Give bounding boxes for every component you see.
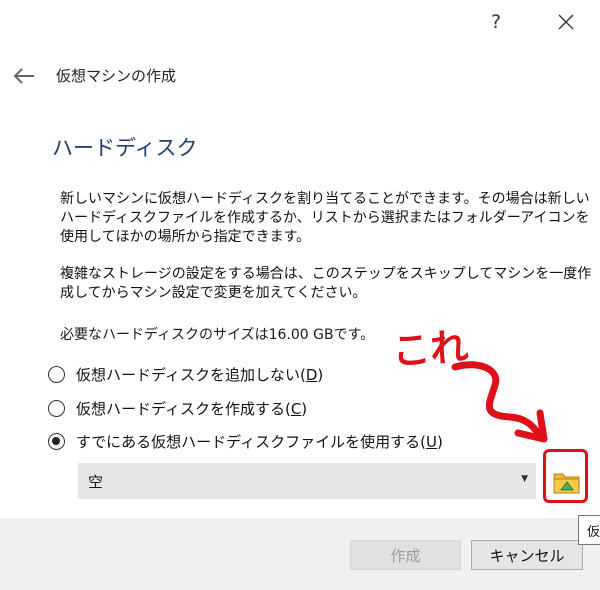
annotation-arrow-icon (451, 361, 548, 443)
back-arrow-icon (13, 68, 34, 84)
chevron-down-icon: ▼ (521, 474, 528, 484)
label-text: すでにある仮想ハードディスクファイルを使用する( (76, 432, 426, 451)
label-text: 仮想ハードディスクを追加しない( (76, 365, 306, 384)
folder-icon (553, 473, 580, 494)
size-suffix: です。 (333, 327, 375, 343)
mnemonic-key: C (290, 399, 302, 418)
help-button[interactable]: ? (482, 8, 510, 36)
label-close: ) (301, 399, 308, 418)
radio-button-create-disk[interactable] (48, 399, 65, 417)
cancel-button[interactable]: キャンセル (471, 540, 583, 570)
radio-button-use-existing[interactable] (48, 432, 65, 450)
mnemonic-key: D (305, 365, 318, 384)
close-icon (558, 14, 574, 30)
radio-label-no-disk: 仮想ハードディスクを追加しない(D) (76, 364, 323, 385)
radio-label-create-disk: 仮想ハードディスクを作成する(C) (76, 398, 307, 419)
radio-option-create-disk[interactable]: 仮想ハードディスクを作成する(C) (48, 396, 307, 420)
disk-select-value: 空 (88, 473, 104, 491)
description-paragraph-1: 新しいマシンに仮想ハードディスクを割り当てることができます。その場合は新しいハー… (60, 191, 590, 245)
radio-option-use-existing[interactable]: すでにある仮想ハードディスクファイルを使用する(U) (48, 429, 443, 453)
description-paragraph-2: 複雑なストレージの設定をする場合は、このステップをスキップしてマシンを一度作成し… (60, 266, 592, 301)
required-size-text: 必要なハードディスクのサイズは16.00 GBです。 (60, 324, 374, 344)
window-title: 仮想マシンの作成 (56, 67, 177, 85)
radio-button-no-disk[interactable] (48, 365, 65, 383)
radio-label-use-existing: すでにある仮想ハードディスクファイルを使用する(U) (76, 431, 443, 452)
label-text: 仮想ハードディスクを作成する( (76, 399, 291, 418)
mnemonic-key: U (425, 432, 437, 451)
radio-option-no-disk[interactable]: 仮想ハードディスクを追加しない(D) (48, 362, 323, 386)
choose-disk-file-button[interactable] (550, 465, 584, 499)
disk-file-select[interactable]: 空 ▼ (78, 463, 536, 499)
close-button[interactable] (548, 6, 584, 38)
size-value: 16.00 GB (268, 327, 334, 343)
label-close: ) (317, 365, 324, 384)
section-title: ハードディスク (52, 136, 198, 160)
size-prefix: 必要なハードディスクのサイズは (60, 327, 269, 343)
back-button[interactable] (10, 62, 40, 90)
tooltip: 仮 (578, 515, 600, 545)
create-button[interactable]: 作成 (350, 540, 461, 570)
